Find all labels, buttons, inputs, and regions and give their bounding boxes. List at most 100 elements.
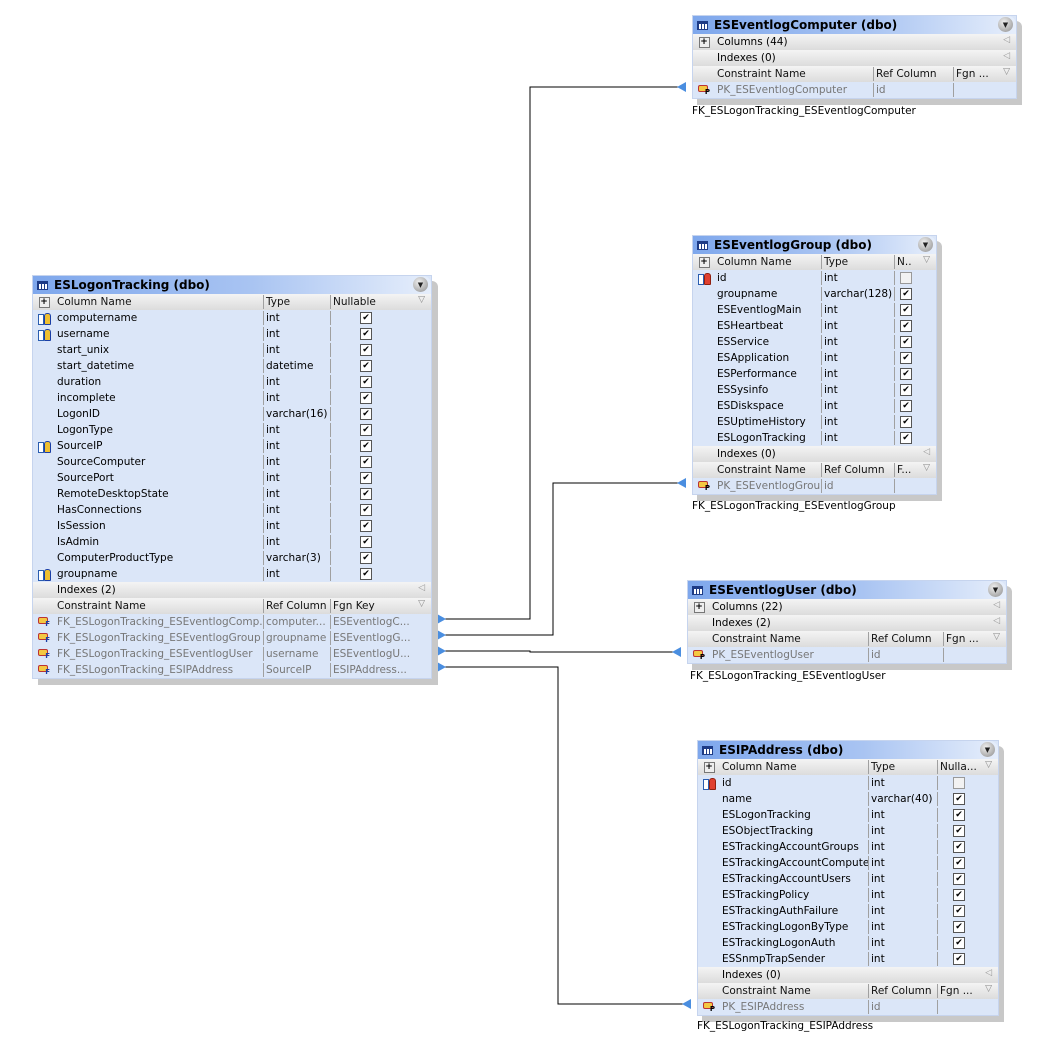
sort-icon[interactable]: ▽ bbox=[985, 984, 992, 994]
header-ref-column[interactable]: Ref Column bbox=[263, 599, 330, 613]
table-eslogontracking[interactable]: ESLogonTracking (dbo) ▼ + Column Name Type N… bbox=[32, 275, 438, 685]
constraint-row[interactable]: P PK_ESEventlogComputer id bbox=[693, 82, 1016, 98]
constraint-row[interactable]: F FK_ESLogonTracking_ESEventlogGroup group… bbox=[33, 630, 431, 646]
header-fgn-key[interactable]: Fgn ... bbox=[953, 67, 1006, 81]
sort-icon[interactable]: ▽ bbox=[993, 632, 1000, 642]
indexes-section[interactable]: Indexes (2) ◁ bbox=[688, 615, 1006, 631]
columns-section[interactable]: + Columns (44) ◁ bbox=[693, 34, 1016, 50]
column-row[interactable]: ESUptimeHistory int ✔ bbox=[693, 414, 936, 430]
header-constraint-name[interactable]: Constraint Name bbox=[720, 985, 868, 997]
nullable-checkbox[interactable]: ✔ bbox=[360, 568, 372, 580]
nullable-checkbox[interactable]: ✔ bbox=[900, 432, 912, 444]
header-type[interactable]: Type bbox=[821, 255, 894, 269]
column-row[interactable]: ComputerProductType varchar(3) ✔ bbox=[33, 550, 431, 566]
nullable-checkbox[interactable] bbox=[953, 777, 965, 789]
table-esipaddress[interactable]: ESIPAddress (dbo) ▼ + Column Name Type Nulla… bbox=[697, 740, 1004, 1022]
nullable-checkbox[interactable]: ✔ bbox=[360, 344, 372, 356]
header-fgn-key[interactable]: Fgn ... bbox=[937, 984, 990, 998]
fk-line-user[interactable] bbox=[443, 650, 678, 653]
header-constraint-name[interactable]: Constraint Name bbox=[715, 464, 821, 476]
collapse-button[interactable]: ▼ bbox=[918, 237, 933, 252]
nullable-checkbox[interactable]: ✔ bbox=[900, 288, 912, 300]
column-row[interactable]: id int bbox=[698, 775, 998, 791]
nullable-checkbox[interactable]: ✔ bbox=[900, 384, 912, 396]
column-row[interactable]: SourcePort int ✔ bbox=[33, 470, 431, 486]
column-row[interactable]: groupname varchar(128) ✔ bbox=[693, 286, 936, 302]
nullable-checkbox[interactable]: ✔ bbox=[360, 424, 372, 436]
header-type[interactable]: Type bbox=[263, 295, 330, 309]
nullable-checkbox[interactable]: ✔ bbox=[360, 520, 372, 532]
nullable-checkbox[interactable]: ✔ bbox=[953, 825, 965, 837]
expand-arrow-icon[interactable]: ◁ bbox=[993, 616, 1000, 626]
header-nullable[interactable]: Nullable bbox=[330, 295, 403, 309]
indexes-section[interactable]: Indexes (0) ◁ bbox=[698, 967, 998, 983]
header-constraint-name[interactable]: Constraint Name bbox=[715, 68, 873, 80]
column-row[interactable]: ESTrackingAuthFailure int ✔ bbox=[698, 903, 998, 919]
column-row[interactable]: SourceIP int ✔ bbox=[33, 438, 431, 454]
header-constraint-name[interactable]: Constraint Name bbox=[55, 600, 263, 612]
header-type[interactable]: Type bbox=[868, 760, 937, 774]
column-row[interactable]: IsSession int ✔ bbox=[33, 518, 431, 534]
indexes-section[interactable]: Indexes (2) ◁ bbox=[33, 582, 431, 598]
table-eseventlogcomputer[interactable]: ESEventlogComputer (dbo) ▼ + Columns (44) ◁… bbox=[692, 15, 1022, 105]
nullable-checkbox[interactable]: ✔ bbox=[900, 400, 912, 412]
nullable-checkbox[interactable]: ✔ bbox=[900, 368, 912, 380]
constraint-row[interactable]: F FK_ESLogonTracking_ESIPAddress SourceIP E… bbox=[33, 662, 431, 678]
nullable-checkbox[interactable]: ✔ bbox=[953, 793, 965, 805]
nullable-checkbox[interactable]: ✔ bbox=[360, 456, 372, 468]
header-column-name[interactable]: Column Name bbox=[55, 296, 263, 308]
expand-arrow-icon[interactable]: ◁ bbox=[1003, 51, 1010, 61]
table-title[interactable]: ESLogonTracking (dbo) ▼ bbox=[33, 276, 431, 294]
constraint-row[interactable]: P PK_ESEventlogUser id bbox=[688, 647, 1006, 663]
column-row[interactable]: ESHeartbeat int ✔ bbox=[693, 318, 936, 334]
nullable-checkbox[interactable]: ✔ bbox=[360, 536, 372, 548]
constraint-row[interactable]: F FK_ESLogonTracking_ESEventlogComp... com… bbox=[33, 614, 431, 630]
column-row[interactable]: incomplete int ✔ bbox=[33, 390, 431, 406]
nullable-checkbox[interactable]: ✔ bbox=[360, 328, 372, 340]
header-column-name[interactable]: Column Name bbox=[720, 761, 868, 773]
sort-icon[interactable]: ▽ bbox=[418, 295, 425, 305]
fk-line-computer[interactable] bbox=[443, 86, 678, 620]
sort-icon[interactable]: ▽ bbox=[923, 255, 930, 265]
column-row[interactable]: computername int ✔ bbox=[33, 310, 431, 326]
nullable-checkbox[interactable]: ✔ bbox=[900, 320, 912, 332]
table-eseventloggroup[interactable]: ESEventlogGroup (dbo) ▼ + Column Name Type N… bbox=[692, 235, 942, 501]
column-row[interactable]: ESSysinfo int ✔ bbox=[693, 382, 936, 398]
column-row[interactable]: username int ✔ bbox=[33, 326, 431, 342]
sort-icon[interactable]: ▽ bbox=[985, 760, 992, 770]
nullable-checkbox[interactable]: ✔ bbox=[360, 376, 372, 388]
expand-icon[interactable]: + bbox=[38, 296, 50, 308]
column-row[interactable]: start_datetime datetime ✔ bbox=[33, 358, 431, 374]
relationship-caption[interactable]: FK_ESLogonTracking_ESEventlogGroup bbox=[692, 500, 896, 512]
nullable-checkbox[interactable]: ✔ bbox=[900, 416, 912, 428]
nullable-checkbox[interactable]: ✔ bbox=[953, 937, 965, 949]
column-row[interactable]: SourceComputer int ✔ bbox=[33, 454, 431, 470]
indexes-section[interactable]: Indexes (0) ◁ bbox=[693, 446, 936, 462]
column-row[interactable]: ESTrackingAccountGroups int ✔ bbox=[698, 839, 998, 855]
expand-icon[interactable]: + bbox=[703, 761, 715, 773]
header-ref-column[interactable]: Ref Column bbox=[868, 984, 937, 998]
constraint-row[interactable]: P PK_ESIPAddress id bbox=[698, 999, 998, 1015]
relationship-caption[interactable]: FK_ESLogonTracking_ESEventlogComputer bbox=[692, 105, 916, 117]
column-row[interactable]: ESTrackingLogonAuth int ✔ bbox=[698, 935, 998, 951]
expand-arrow-icon[interactable]: ◁ bbox=[418, 583, 425, 593]
column-row[interactable]: ESDiskspace int ✔ bbox=[693, 398, 936, 414]
column-row[interactable]: duration int ✔ bbox=[33, 374, 431, 390]
nullable-checkbox[interactable] bbox=[900, 272, 912, 284]
constraint-row[interactable]: P PK_ESEventlogGroup id bbox=[693, 478, 936, 494]
nullable-checkbox[interactable]: ✔ bbox=[360, 312, 372, 324]
nullable-checkbox[interactable]: ✔ bbox=[953, 953, 965, 965]
collapse-button[interactable]: ▼ bbox=[988, 582, 1003, 597]
header-constraint-name[interactable]: Constraint Name bbox=[710, 633, 868, 645]
nullable-checkbox[interactable]: ✔ bbox=[360, 392, 372, 404]
fk-line-ip[interactable] bbox=[443, 666, 683, 1005]
column-row[interactable]: RemoteDesktopState int ✔ bbox=[33, 486, 431, 502]
column-row[interactable]: ESTrackingAccountComputers int ✔ bbox=[698, 855, 998, 871]
expand-icon[interactable]: + bbox=[698, 36, 710, 48]
header-ref-column[interactable]: Ref Column bbox=[873, 67, 953, 81]
column-row[interactable]: ESService int ✔ bbox=[693, 334, 936, 350]
sort-icon[interactable]: ▽ bbox=[418, 599, 425, 609]
header-nullable[interactable]: Nulla... bbox=[937, 760, 990, 774]
table-title[interactable]: ESIPAddress (dbo) ▼ bbox=[698, 741, 998, 759]
column-row[interactable]: name varchar(40) ✔ bbox=[698, 791, 998, 807]
